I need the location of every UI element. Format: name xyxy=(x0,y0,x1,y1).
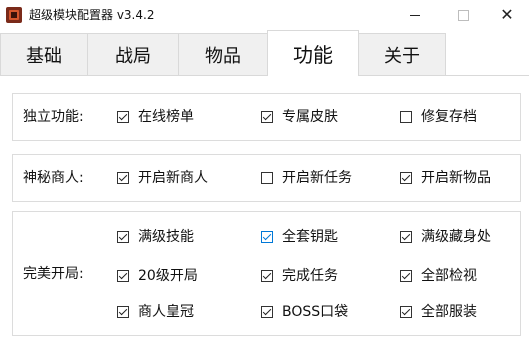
checkbox-label: BOSS口袋 xyxy=(282,304,349,320)
checkbox-all-keys[interactable]: 全套钥匙 xyxy=(261,228,338,246)
tab-divider xyxy=(0,75,529,76)
checkbox-label: 满级技能 xyxy=(138,229,194,245)
mysterious-merchant-group: 神秘商人: 开启新商人 开启新任务 开启新物品 xyxy=(12,154,521,202)
tab-items[interactable]: 物品 xyxy=(178,33,268,75)
standalone-features-group: 独立功能: 在线榜单 专属皮肤 修复存档 xyxy=(12,93,521,141)
checkbox-new-merchant[interactable]: 开启新商人 xyxy=(117,169,208,187)
tab-features[interactable]: 功能 xyxy=(267,30,359,76)
checkbox-box[interactable] xyxy=(117,270,129,282)
checkbox-box[interactable] xyxy=(261,172,273,184)
window-title: 超级模块配置器 v3.4.2 xyxy=(29,8,155,22)
checkbox-complete-tasks[interactable]: 完成任务 xyxy=(261,267,338,285)
group-label-standalone: 独立功能: xyxy=(23,109,84,125)
checkbox-new-task[interactable]: 开启新任务 xyxy=(261,169,352,187)
checkbox-box[interactable] xyxy=(117,111,129,123)
tab-match[interactable]: 战局 xyxy=(87,33,179,75)
group-label-merchant: 神秘商人: xyxy=(23,170,84,186)
checkbox-all-outfits[interactable]: 全部服装 xyxy=(400,303,477,321)
minimize-button[interactable] xyxy=(392,0,438,30)
app-logo-icon xyxy=(6,7,22,23)
checkbox-boss-pocket[interactable]: BOSS口袋 xyxy=(261,303,348,321)
checkbox-label: 专属皮肤 xyxy=(282,109,338,125)
maximize-button[interactable] xyxy=(440,0,486,30)
checkbox-inspect-all[interactable]: 全部检视 xyxy=(400,267,477,285)
checkbox-box[interactable] xyxy=(400,306,412,318)
checkbox-max-hideout[interactable]: 满级藏身处 xyxy=(400,228,491,246)
title-bar: 超级模块配置器 v3.4.2 ✕ xyxy=(0,0,529,30)
maximize-icon xyxy=(457,9,469,21)
checkbox-label: 全部检视 xyxy=(421,268,477,284)
tab-bar: 基础 战局 物品 功能 关于 xyxy=(0,30,529,76)
checkbox-label: 修复存档 xyxy=(421,109,477,125)
checkbox-label: 开启新物品 xyxy=(421,170,491,186)
checkbox-repair-save[interactable]: 修复存档 xyxy=(400,108,477,126)
checkbox-box[interactable] xyxy=(117,306,129,318)
minimize-icon xyxy=(410,14,420,16)
checkbox-label: 开启新任务 xyxy=(282,170,352,186)
close-button[interactable]: ✕ xyxy=(484,0,529,30)
checkbox-label: 满级藏身处 xyxy=(421,229,491,245)
checkbox-box[interactable] xyxy=(261,306,273,318)
checkbox-box[interactable] xyxy=(261,111,273,123)
checkbox-box[interactable] xyxy=(400,231,412,243)
checkbox-online-leaderboard[interactable]: 在线榜单 xyxy=(117,108,194,126)
checkbox-exclusive-skin[interactable]: 专属皮肤 xyxy=(261,108,338,126)
tab-about[interactable]: 关于 xyxy=(358,33,446,75)
checkbox-box[interactable] xyxy=(261,270,273,282)
checkbox-max-skills[interactable]: 满级技能 xyxy=(117,228,194,246)
checkbox-box[interactable] xyxy=(400,270,412,282)
close-icon: ✕ xyxy=(500,5,514,24)
checkbox-label: 20级开局 xyxy=(138,268,198,284)
checkbox-box[interactable] xyxy=(261,231,273,243)
checkbox-merchant-crown[interactable]: 商人皇冠 xyxy=(117,303,194,321)
tab-basic[interactable]: 基础 xyxy=(0,33,88,75)
checkbox-new-items[interactable]: 开启新物品 xyxy=(400,169,491,187)
checkbox-box[interactable] xyxy=(117,172,129,184)
checkbox-label: 完成任务 xyxy=(282,268,338,284)
checkbox-label: 全部服装 xyxy=(421,304,477,320)
checkbox-box[interactable] xyxy=(117,231,129,243)
checkbox-level-20-start[interactable]: 20级开局 xyxy=(117,267,198,285)
checkbox-label: 开启新商人 xyxy=(138,170,208,186)
checkbox-label: 全套钥匙 xyxy=(282,229,338,245)
checkbox-label: 商人皇冠 xyxy=(138,304,194,320)
checkbox-box[interactable] xyxy=(400,111,412,123)
checkbox-box[interactable] xyxy=(400,172,412,184)
checkbox-label: 在线榜单 xyxy=(138,109,194,125)
group-label-perfect-start: 完美开局: xyxy=(23,266,84,282)
perfect-start-group: 完美开局: 满级技能 全套钥匙 满级藏身处 20级开局 完成任务 全部检视 商人… xyxy=(12,211,521,336)
